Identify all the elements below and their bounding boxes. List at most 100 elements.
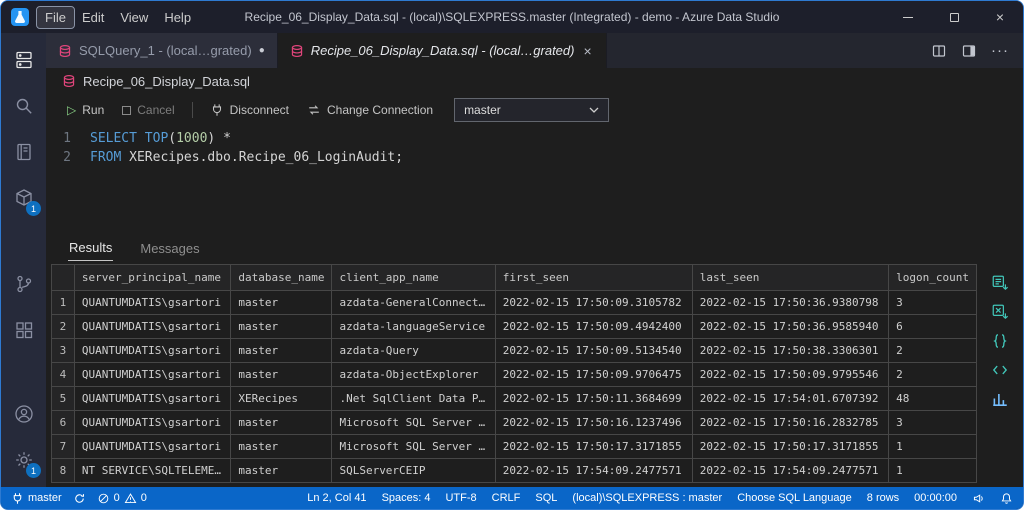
settings-gear-icon[interactable]: 1: [1, 437, 46, 483]
menu-edit[interactable]: Edit: [74, 7, 112, 28]
grid-cell[interactable]: 2022-02-15 17:50:16.2832785: [692, 411, 888, 435]
grid-cell[interactable]: master: [231, 291, 332, 315]
database-dropdown[interactable]: master: [454, 98, 609, 122]
grid-cell[interactable]: 2022-02-15 17:50:36.9585940: [692, 315, 888, 339]
tab-close-icon[interactable]: ×: [581, 43, 593, 59]
grid-cell[interactable]: QUANTUMDATIS\gsartori: [74, 339, 230, 363]
split-editor-icon[interactable]: [931, 43, 947, 59]
save-xml-icon[interactable]: [991, 361, 1009, 379]
grid-cell[interactable]: 2022-02-15 17:54:01.6707392: [692, 387, 888, 411]
source-control-icon[interactable]: [1, 261, 46, 307]
grid-cell[interactable]: QUANTUMDATIS\gsartori: [74, 411, 230, 435]
connections-icon[interactable]: [1, 37, 46, 83]
grid-cell[interactable]: 2022-02-15 17:54:09.2477571: [495, 459, 692, 483]
tab-results[interactable]: Results: [68, 235, 113, 261]
grid-cell[interactable]: master: [231, 459, 332, 483]
account-icon[interactable]: [1, 391, 46, 437]
row-number[interactable]: 6: [52, 411, 75, 435]
more-actions-icon[interactable]: ···: [991, 46, 1009, 56]
notifications-bell-icon[interactable]: [1000, 492, 1013, 505]
grid-cell[interactable]: master: [231, 363, 332, 387]
connection-status[interactable]: master: [11, 492, 62, 505]
grid-cell[interactable]: azdata-Query: [332, 339, 495, 363]
row-number[interactable]: 7: [52, 435, 75, 459]
row-number[interactable]: 8: [52, 459, 75, 483]
change-connection-button[interactable]: Change Connection: [298, 100, 442, 120]
grid-cell[interactable]: 2022-02-15 17:50:17.3171855: [692, 435, 888, 459]
column-header[interactable]: server_principal_name: [74, 265, 230, 291]
sync-icon[interactable]: [73, 492, 86, 505]
menu-view[interactable]: View: [112, 7, 156, 28]
grid-cell[interactable]: XERecipes: [231, 387, 332, 411]
grid-cell[interactable]: QUANTUMDATIS\gsartori: [74, 435, 230, 459]
grid-cell[interactable]: 6: [889, 315, 977, 339]
menu-help[interactable]: Help: [156, 7, 199, 28]
grid-cell[interactable]: Microsoft SQL Server …: [332, 411, 495, 435]
feedback-icon[interactable]: [972, 492, 985, 505]
grid-cell[interactable]: 1: [889, 459, 977, 483]
grid-cell[interactable]: master: [231, 315, 332, 339]
grid-cell[interactable]: azdata-ObjectExplorer: [332, 363, 495, 387]
save-csv-icon[interactable]: [991, 274, 1009, 292]
grid-cell[interactable]: 2022-02-15 17:50:09.3105782: [495, 291, 692, 315]
grid-cell[interactable]: 2: [889, 363, 977, 387]
grid-cell[interactable]: master: [231, 339, 332, 363]
grid-cell[interactable]: 1: [889, 435, 977, 459]
packages-icon[interactable]: 1: [1, 175, 46, 221]
tab-recipe06[interactable]: Recipe_06_Display_Data.sql - (local…grat…: [278, 33, 607, 68]
grid-cell[interactable]: 2: [889, 339, 977, 363]
row-number[interactable]: 2: [52, 315, 75, 339]
code-editor[interactable]: 1 SELECT TOP(1000) * 2 FROM XERecipes.db…: [46, 126, 1023, 232]
grid-cell[interactable]: 2022-02-15 17:50:09.5134540: [495, 339, 692, 363]
column-header[interactable]: client_app_name: [332, 265, 495, 291]
choose-language-button[interactable]: Choose SQL Language: [737, 492, 852, 504]
dirty-indicator-icon[interactable]: ●: [259, 45, 265, 56]
column-header[interactable]: database_name: [231, 265, 332, 291]
tab-sqlquery1[interactable]: SQLQuery_1 - (local…grated) ●: [46, 33, 278, 68]
grid-cell[interactable]: 3: [889, 411, 977, 435]
row-number[interactable]: 5: [52, 387, 75, 411]
tab-messages[interactable]: Messages: [139, 236, 200, 261]
grid-cell[interactable]: 2022-02-15 17:50:11.3684699: [495, 387, 692, 411]
disconnect-button[interactable]: Disconnect: [201, 100, 298, 120]
grid-cell[interactable]: 2022-02-15 17:50:09.4942400: [495, 315, 692, 339]
save-json-icon[interactable]: [991, 332, 1009, 350]
grid-cell[interactable]: master: [231, 435, 332, 459]
grid-cell[interactable]: 3: [889, 291, 977, 315]
column-header[interactable]: last_seen: [692, 265, 888, 291]
grid-cell[interactable]: 2022-02-15 17:50:17.3171855: [495, 435, 692, 459]
server-connection[interactable]: (local)\SQLEXPRESS : master: [572, 492, 722, 504]
grid-cell[interactable]: QUANTUMDATIS\gsartori: [74, 315, 230, 339]
row-number[interactable]: 3: [52, 339, 75, 363]
indentation-setting[interactable]: Spaces: 4: [382, 492, 431, 504]
grid-cell[interactable]: 2022-02-15 17:50:09.9706475: [495, 363, 692, 387]
menu-file[interactable]: File: [37, 7, 74, 28]
run-button[interactable]: ▷ Run: [58, 100, 113, 120]
search-icon[interactable]: [1, 83, 46, 129]
close-button[interactable]: ×: [977, 1, 1023, 33]
grid-cell[interactable]: QUANTUMDATIS\gsartori: [74, 387, 230, 411]
grid-cell[interactable]: NT SERVICE\SQLTELEME…: [74, 459, 230, 483]
extensions-icon[interactable]: [1, 307, 46, 353]
grid-cell[interactable]: master: [231, 411, 332, 435]
grid-cell[interactable]: QUANTUMDATIS\gsartori: [74, 363, 230, 387]
encoding-setting[interactable]: UTF-8: [445, 492, 476, 504]
cursor-position[interactable]: Ln 2, Col 41: [307, 492, 366, 504]
chart-icon[interactable]: [991, 390, 1009, 408]
grid-cell[interactable]: 2022-02-15 17:54:09.2477571: [692, 459, 888, 483]
maximize-button[interactable]: [931, 1, 977, 33]
grid-cell[interactable]: 2022-02-15 17:50:09.9795546: [692, 363, 888, 387]
column-header[interactable]: logon_count: [889, 265, 977, 291]
language-mode[interactable]: SQL: [535, 492, 557, 504]
eol-setting[interactable]: CRLF: [492, 492, 521, 504]
notebooks-icon[interactable]: [1, 129, 46, 175]
grid-cell[interactable]: SQLServerCEIP: [332, 459, 495, 483]
minimize-button[interactable]: [885, 1, 931, 33]
layout-icon[interactable]: [961, 43, 977, 59]
grid-cell[interactable]: azdata-languageService: [332, 315, 495, 339]
grid-cell[interactable]: 2022-02-15 17:50:16.1237496: [495, 411, 692, 435]
cancel-button[interactable]: Cancel: [113, 100, 183, 120]
grid-cell[interactable]: QUANTUMDATIS\gsartori: [74, 291, 230, 315]
grid-cell[interactable]: 2022-02-15 17:50:36.9380798: [692, 291, 888, 315]
grid-cell[interactable]: .Net SqlClient Data P…: [332, 387, 495, 411]
